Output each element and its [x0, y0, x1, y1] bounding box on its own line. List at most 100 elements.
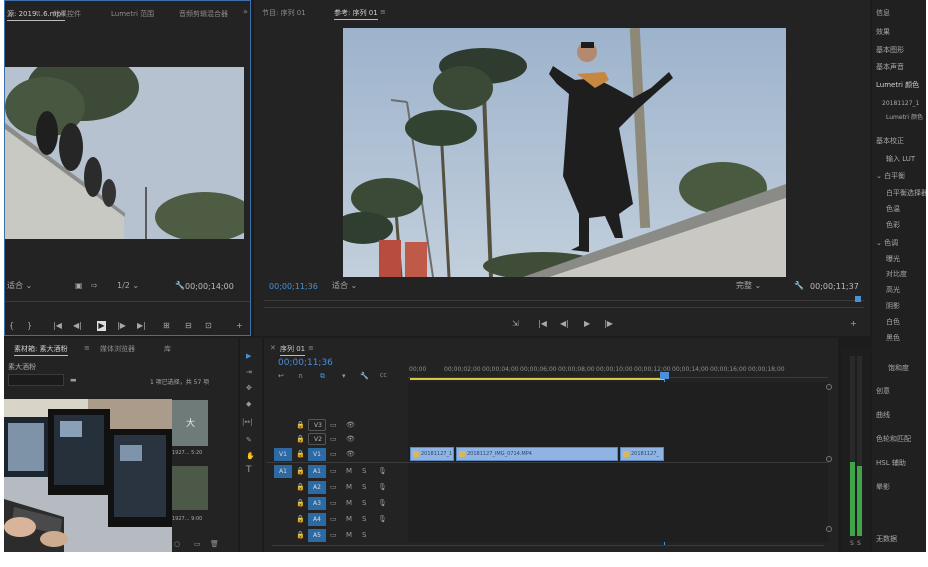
tone-shadows[interactable]: 阴影	[886, 301, 900, 311]
source-scrubber[interactable]	[5, 301, 250, 307]
tab-effect-controls[interactable]: 效果控件	[53, 9, 81, 19]
wb-selector[interactable]: 白平衡选择器	[886, 188, 926, 198]
section-creative[interactable]: 创意	[876, 386, 890, 396]
linked-selection-icon[interactable]: ⧉	[320, 370, 325, 382]
tab-audio-clip-mixer[interactable]: 音频剪辑混合器	[179, 9, 228, 19]
tone-highlights[interactable]: 高光	[886, 285, 900, 295]
project-new-item-icon[interactable]: ▭	[194, 538, 201, 550]
source-video-frame[interactable]	[5, 67, 244, 239]
work-area-bar[interactable]	[410, 378, 664, 380]
program-step-back-button[interactable]: ◀|	[560, 319, 569, 329]
panel-header-lumetri-color[interactable]: Lumetri 颜色	[876, 80, 919, 90]
source-timecode[interactable]: 00;00;14;00	[185, 282, 234, 291]
timeline-timecode[interactable]: 00;00;11;36	[278, 358, 333, 368]
a4-sync-icon[interactable]: ▭	[330, 513, 337, 525]
new-bin-icon[interactable]: ▬	[70, 374, 77, 386]
a4-mute-button[interactable]: M	[346, 513, 352, 525]
source-wrench-icon[interactable]: 🔧	[175, 281, 185, 291]
section-white-balance[interactable]: ⌄ 白平衡	[876, 171, 905, 181]
tab-program-monitor[interactable]: 节目: 序列 01	[262, 8, 306, 18]
v1-sync-icon[interactable]: ▭	[330, 448, 337, 460]
section-hsl-secondary[interactable]: HSL 辅助	[876, 458, 906, 468]
v3-sync-icon[interactable]: ▭	[330, 419, 337, 431]
tab-media-browser[interactable]: 媒体浏览器	[100, 344, 135, 354]
audio-meter-solo-right[interactable]: S	[857, 540, 861, 547]
clip-1[interactable]: 20181127_1	[410, 447, 454, 461]
timeline-settings-icon[interactable]: 🔧	[360, 370, 369, 382]
thumb-bin-2[interactable]	[172, 466, 208, 510]
source-step-forward-button[interactable]: |▶	[117, 321, 126, 331]
a2-label[interactable]: A2	[308, 481, 326, 494]
tone-blacks[interactable]: 黑色	[886, 333, 900, 343]
section-color-wheels[interactable]: 色轮和匹配	[876, 434, 911, 444]
program-playhead-marker[interactable]	[855, 296, 861, 302]
tab-sequence-01[interactable]: 序列 01	[280, 344, 306, 356]
insert-overwrite-icon[interactable]: ↩	[278, 370, 284, 382]
source-mark-in-button[interactable]: {	[9, 321, 14, 331]
source-mark-out-button[interactable]: }	[27, 321, 32, 331]
source-export-icon[interactable]: ⇨	[91, 281, 98, 291]
source-overwrite-button[interactable]: ⊟	[185, 321, 192, 331]
section-basic-correction[interactable]: 基本校正	[876, 136, 904, 146]
v1-label[interactable]: V1	[308, 448, 326, 461]
hand-tool-icon[interactable]: ✋	[246, 450, 255, 462]
vscroll-top-handle[interactable]	[826, 384, 832, 390]
v1-lock-icon[interactable]: 🔒	[296, 448, 305, 460]
tone-exposure[interactable]: 曝光	[886, 254, 900, 264]
a3-mic-icon[interactable]: 🎙	[378, 497, 387, 509]
timeline-menu-icon[interactable]: ≡	[308, 344, 314, 352]
a3-lock-icon[interactable]: 🔒	[296, 497, 305, 509]
program-add-button[interactable]: +	[850, 319, 857, 329]
timeline-vscroll[interactable]	[826, 384, 832, 538]
tabs-overflow-icon[interactable]: »	[243, 7, 248, 16]
a3-mute-button[interactable]: M	[346, 497, 352, 509]
v2-eye-icon[interactable]: 👁	[346, 433, 355, 445]
program-video-frame[interactable]	[343, 28, 786, 277]
a2-sync-icon[interactable]: ▭	[330, 481, 337, 493]
tab-lumetri-scopes[interactable]: Lumetri 范围	[111, 9, 154, 19]
a5-lock-icon[interactable]: 🔒	[296, 529, 305, 541]
a3-solo-button[interactable]: S	[362, 497, 366, 509]
a3-label[interactable]: A3	[308, 497, 326, 510]
snap-icon[interactable]: ∩	[298, 370, 303, 382]
v3-lock-icon[interactable]: 🔒	[296, 419, 305, 431]
program-timecode-current[interactable]: 00;00;11;36	[269, 282, 318, 291]
program-scrubber[interactable]	[264, 300, 864, 308]
type-tool-icon[interactable]: T	[246, 464, 252, 476]
project-zoom-icon[interactable]: ○	[174, 538, 180, 550]
tone-whites[interactable]: 白色	[886, 317, 900, 327]
lumetri-clip-ref[interactable]: 20181127_1	[882, 100, 919, 107]
a1-solo-button[interactable]: S	[362, 465, 366, 477]
a1-mic-icon[interactable]: 🎙	[378, 465, 387, 477]
v2-label[interactable]: V2	[308, 433, 326, 445]
a4-label[interactable]: A4	[308, 513, 326, 526]
vscroll-bottom-handle[interactable]	[826, 526, 832, 532]
source-fit-dropdown[interactable]: 适合 ⌄	[7, 281, 47, 291]
lumetri-subtab[interactable]: Lumetri 颜色	[886, 112, 923, 121]
program-quality-dropdown[interactable]: 完整 ⌄	[736, 281, 782, 291]
section-tone[interactable]: ⌄ 色调	[876, 238, 898, 248]
timeline-hscroll[interactable]	[272, 545, 824, 550]
vscroll-mid-handle[interactable]	[826, 456, 832, 462]
source-quality-dropdown[interactable]: 1/2 ⌄	[117, 281, 159, 291]
a1-sync-icon[interactable]: ▭	[330, 465, 337, 477]
a3-sync-icon[interactable]: ▭	[330, 497, 337, 509]
v3-label[interactable]: V3	[308, 419, 326, 431]
tab-reference-monitor[interactable]: 参考: 序列 01	[334, 8, 378, 20]
program-menu-icon[interactable]: ≡	[380, 8, 386, 16]
a2-lock-icon[interactable]: 🔒	[296, 481, 305, 493]
panel-header-essential-sound[interactable]: 基本声音	[876, 62, 904, 72]
source-patch-a1[interactable]: A1	[274, 465, 292, 478]
a2-solo-button[interactable]: S	[362, 481, 366, 493]
wb-tint[interactable]: 色彩	[886, 220, 900, 230]
a5-solo-button[interactable]: S	[362, 529, 366, 541]
program-wrench-icon[interactable]: 🔧	[794, 281, 804, 291]
ripple-edit-tool-icon[interactable]: ✥	[246, 382, 252, 394]
source-settings-icon[interactable]: ▣	[75, 281, 83, 291]
panel-header-essential-graphics[interactable]: 基本图形	[876, 45, 904, 55]
source-play-button[interactable]: ▶	[97, 321, 106, 331]
a5-mute-button[interactable]: M	[346, 529, 352, 541]
selection-tool-icon[interactable]: ▶	[246, 350, 251, 362]
source-goto-in-button[interactable]: |◀	[53, 321, 62, 331]
v2-lock-icon[interactable]: 🔒	[296, 433, 305, 445]
